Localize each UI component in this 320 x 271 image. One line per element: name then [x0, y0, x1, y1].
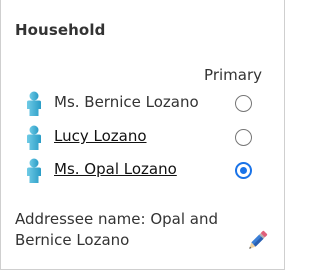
person-icon: [25, 91, 43, 117]
pencil-icon[interactable]: [244, 228, 270, 254]
member-name-link[interactable]: Ms. Opal Lozano: [54, 160, 177, 178]
person-icon: [25, 125, 43, 151]
primary-radio[interactable]: [235, 95, 252, 112]
primary-radio[interactable]: [235, 129, 252, 146]
addressee-name: Addressee name: Opal and Bernice Lozano: [15, 210, 218, 249]
person-icon: [25, 158, 43, 184]
household-panel: Household Primary Ms. Bernice Lozano Luc…: [0, 0, 285, 270]
household-member-row: Ms. Bernice Lozano: [1, 89, 284, 119]
member-name: Ms. Bernice Lozano: [54, 93, 199, 111]
member-name-link[interactable]: Lucy Lozano: [54, 127, 147, 145]
primary-radio-selected[interactable]: [235, 162, 252, 179]
household-title: Household: [15, 21, 106, 39]
household-member-row: Ms. Opal Lozano: [1, 156, 284, 186]
household-member-row: Lucy Lozano: [1, 123, 284, 153]
primary-column-header: Primary: [204, 66, 262, 84]
